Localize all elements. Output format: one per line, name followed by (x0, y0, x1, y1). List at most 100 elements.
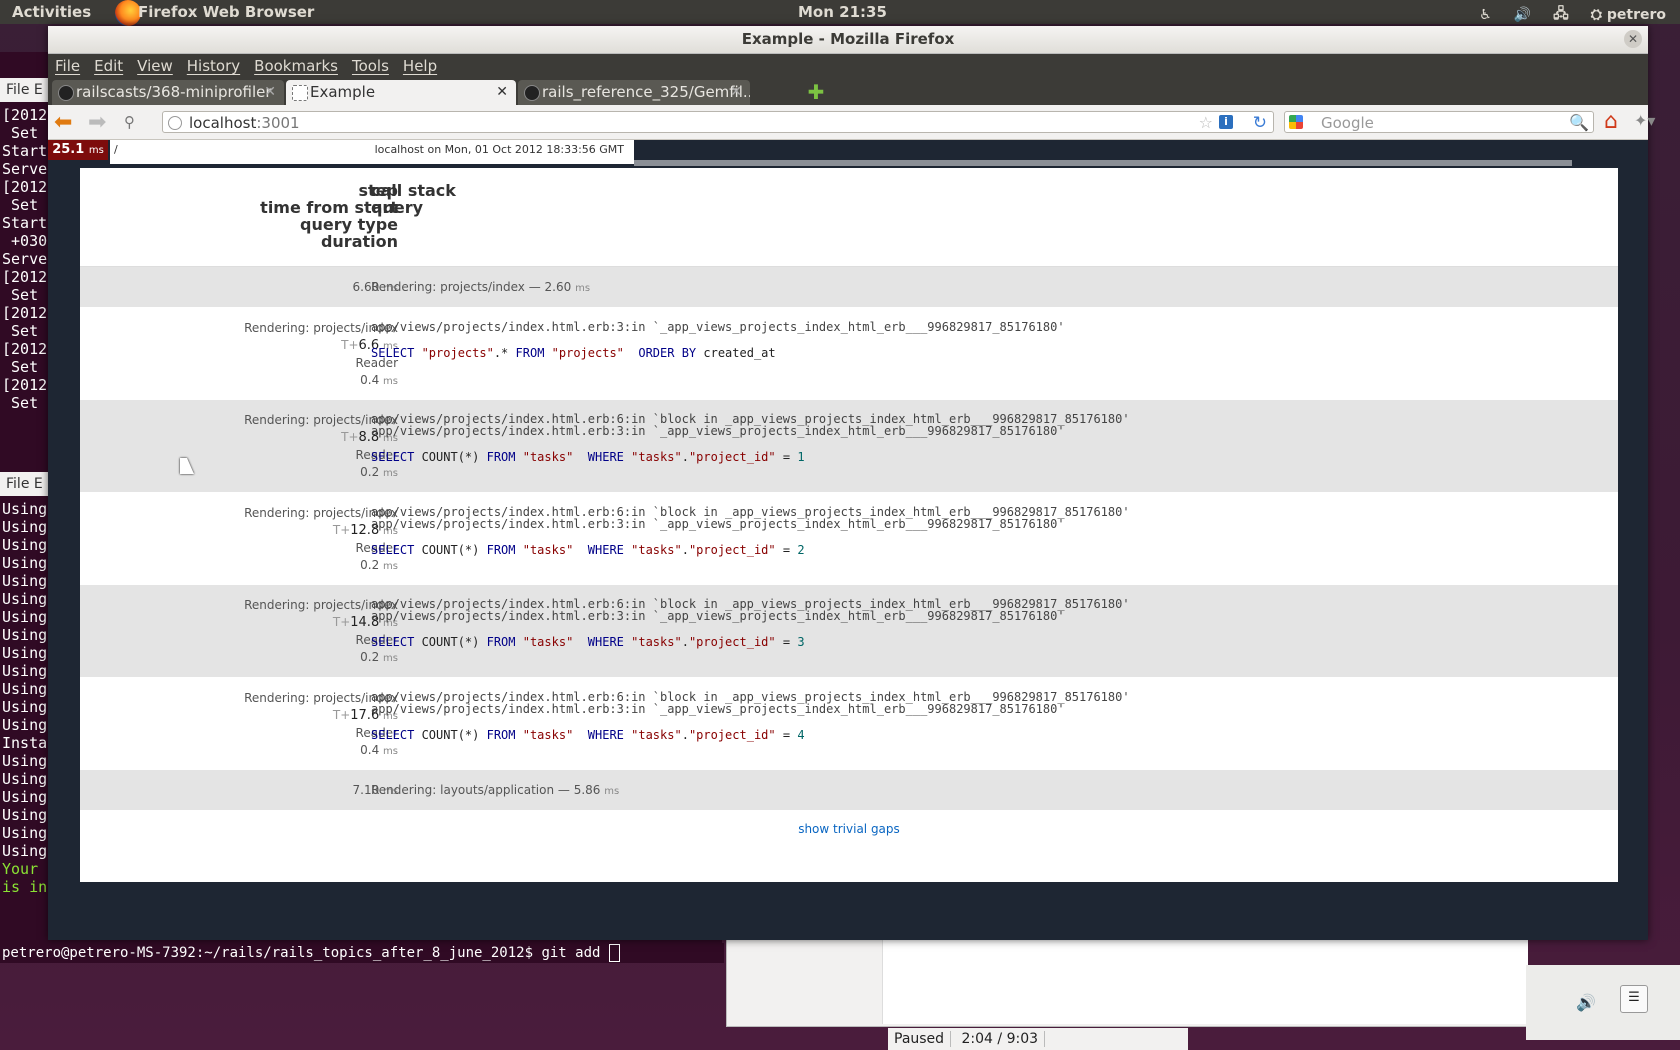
terminal-line: Serve (2, 160, 48, 178)
back-arrow-icon[interactable]: ⬅ (54, 110, 72, 135)
sql-token: .* (493, 346, 516, 360)
menu-view[interactable]: View (130, 57, 180, 75)
terminal-line: Set (2, 394, 39, 412)
top-panel: Activities Firefox Web Browser Mon 21:35… (0, 0, 1680, 27)
unit: ms (383, 376, 398, 387)
volume-icon[interactable]: 🔊 (1576, 993, 1596, 1012)
menu-tools[interactable]: Tools (345, 57, 396, 75)
unit: ms (383, 468, 398, 479)
tab-close-icon[interactable]: ✕ (496, 80, 508, 105)
tab-close-icon[interactable]: ✕ (264, 80, 276, 105)
query-duration: 0.2 ms (244, 464, 398, 482)
bookmark-star-icon[interactable]: ☆ (1199, 112, 1213, 134)
sql-query[interactable]: SELECT COUNT(*) FROM "tasks" WHERE "task… (371, 727, 1130, 744)
user-name: petrero (1606, 7, 1666, 23)
window-close-icon[interactable]: ✕ (1624, 30, 1642, 48)
unit: ms (383, 746, 398, 757)
firefox-window: Example - Mozilla Firefox ✕ File Edit Vi… (48, 26, 1655, 940)
tab-label: rails_reference_325/Gemfil... (542, 83, 750, 101)
url-text: localhost:3001 (189, 112, 300, 134)
search-icon[interactable]: 🔍 (1569, 112, 1589, 134)
info-icon[interactable]: i (1219, 115, 1233, 129)
terminal-line: Using (2, 806, 48, 824)
home-icon[interactable]: ⌂ (1604, 109, 1618, 134)
url-bar[interactable]: localhost:3001 ☆ i ↻ (162, 111, 1274, 133)
terminal-line: Using (2, 716, 48, 734)
reload-icon[interactable]: ↻ (1253, 112, 1267, 134)
query-detail: app/views/projects/index.html.erb:6:in `… (371, 598, 1130, 651)
terminal-line: Using (2, 788, 48, 806)
terminal-line: Set (2, 196, 39, 214)
url-port: :3001 (256, 114, 300, 132)
clock[interactable]: Mon 21:35 (798, 3, 887, 21)
forward-arrow-icon[interactable]: ➡ (88, 110, 106, 135)
terminal-line: Set (2, 358, 39, 376)
menu-icon[interactable]: ☰ (1620, 985, 1648, 1013)
search-bar[interactable]: Google 🔍 (1284, 111, 1594, 133)
sql-token: 3 (797, 635, 805, 649)
menu-bookmarks[interactable]: Bookmarks (247, 57, 345, 75)
sql-token: "project_id" (688, 450, 776, 464)
menu-history[interactable]: History (180, 57, 247, 75)
terminal-prompt[interactable]: petrero@petrero-MS-7392:~/rails/rails_to… (0, 943, 724, 963)
addon-icon[interactable]: ✦▾ (1634, 111, 1655, 130)
menu-help[interactable]: Help (396, 57, 444, 75)
terminal-line: Using (2, 698, 48, 716)
sql-token: "tasks" (631, 728, 682, 742)
sql-token: COUNT(*) (421, 450, 487, 464)
tab-example[interactable]: Example ✕ (286, 80, 516, 105)
sql-token: 1 (797, 450, 805, 464)
sql-query[interactable]: SELECT COUNT(*) FROM "tasks" WHERE "task… (371, 449, 1130, 466)
sql-token: "tasks" (522, 635, 574, 649)
sql-token: WHERE (587, 543, 632, 557)
video-controls: 🔊 ☰ (1526, 965, 1680, 1040)
sql-token: SELECT (371, 346, 422, 360)
window-titlebar[interactable]: Example - Mozilla Firefox ✕ (48, 26, 1648, 54)
badge-value: 25.1 (52, 142, 85, 157)
sql-query[interactable]: SELECT "projects".* FROM "projects" ORDE… (371, 345, 1065, 362)
activities-button[interactable]: Activities (12, 3, 91, 21)
history-icon[interactable]: ⚲ (124, 113, 135, 131)
terminal-line: Using (2, 518, 48, 536)
sql-token: "tasks" (522, 728, 574, 742)
sql-query[interactable]: SELECT COUNT(*) FROM "tasks" WHERE "task… (371, 634, 1130, 651)
video-area[interactable] (882, 936, 1528, 1024)
app-menu[interactable]: Firefox Web Browser (138, 3, 314, 21)
miniprofiler-badge[interactable]: 25.1 ms (48, 140, 108, 160)
call-stack: app/views/projects/index.html.erb:6:in `… (371, 413, 1130, 437)
sql-token: . (681, 450, 689, 464)
github-icon (524, 85, 540, 101)
tab-rails-reference[interactable]: rails_reference_325/Gemfil... ✕ (518, 80, 750, 105)
volume-icon[interactable]: 🔊 (1514, 7, 1531, 23)
sql-token: = (775, 635, 798, 649)
terminal-line: Using (2, 554, 48, 572)
query-row: Rendering: projects/index T+12.8 ms Reader… (80, 493, 1618, 585)
tab-railscasts[interactable]: railscasts/368-miniprofiler ✕ (52, 80, 284, 105)
sql-token: "tasks" (631, 635, 682, 649)
tab-label: Example (310, 83, 376, 101)
accessibility-icon[interactable]: ♿ (1479, 7, 1492, 23)
menu-edit[interactable]: Edit (87, 57, 130, 75)
unit: ms (383, 561, 398, 572)
menu-file[interactable]: File (48, 57, 87, 75)
user-menu[interactable]: ⛭ petrero (1591, 7, 1666, 23)
t-prefix: T+ (341, 430, 359, 444)
sql-token: COUNT(*) (421, 728, 487, 742)
video-player-window[interactable] (726, 935, 1528, 1027)
sql-query[interactable]: SELECT COUNT(*) FROM "tasks" WHERE "task… (371, 542, 1130, 559)
google-engine-icon[interactable] (1289, 115, 1303, 129)
header-right: call stack query (371, 182, 456, 216)
new-tab-icon[interactable]: ✚ (805, 82, 827, 102)
terminal-output-top: [2012 Set Start Serve [2012 Set Start +030 Se… (2, 106, 47, 412)
search-placeholder: Google (1321, 114, 1374, 132)
terminal-line: is in (2, 878, 48, 896)
show-trivial-gaps-link[interactable]: show trivial gaps (80, 822, 1618, 836)
network-icon[interactable]: 🖧 (1553, 3, 1569, 27)
tab-close-icon[interactable]: ✕ (730, 80, 742, 105)
sql-token: "project_id" (688, 728, 776, 742)
sql-queries-panel: step time from start query type duration… (80, 168, 1618, 882)
site-identity-icon[interactable] (168, 116, 182, 130)
queries-header: step time from start query type duration… (80, 168, 1618, 267)
page-icon (292, 85, 308, 101)
menu-bar: File Edit View History Bookmarks Tools H… (48, 54, 1648, 78)
